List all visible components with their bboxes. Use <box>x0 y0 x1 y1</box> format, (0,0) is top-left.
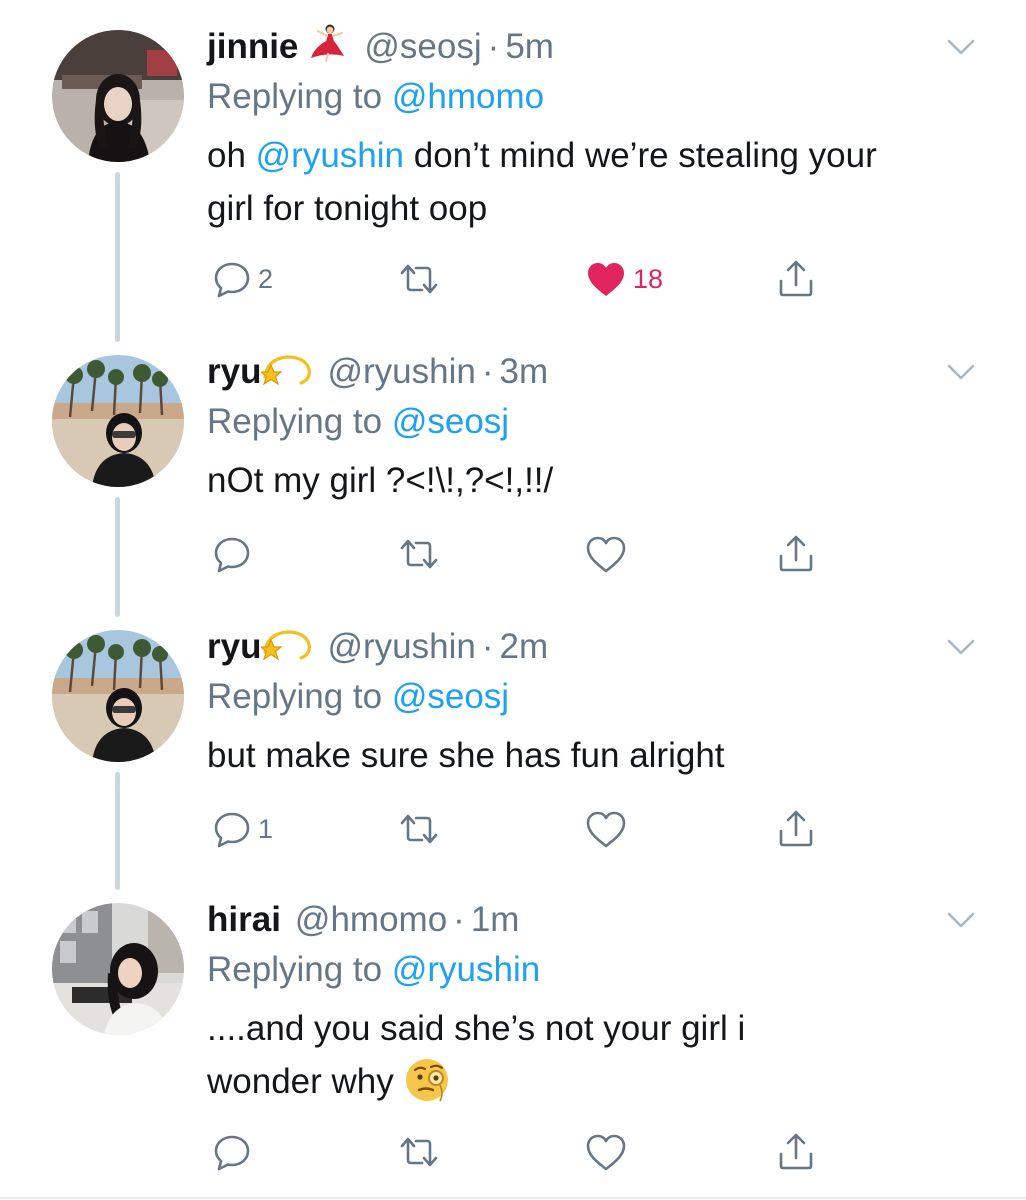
timestamp[interactable]: 5m <box>505 25 554 69</box>
heart-icon <box>586 811 626 848</box>
tweet-actions <box>0 532 1026 576</box>
tweet-actions: 1 <box>0 807 1026 851</box>
display-name[interactable]: ryu <box>207 350 261 394</box>
timestamp[interactable]: 2m <box>499 625 548 669</box>
display-name[interactable]: ryu <box>207 625 261 669</box>
reply-button[interactable]: 1 <box>212 807 273 851</box>
mention-link[interactable]: @ryushin <box>256 136 404 175</box>
tweet-header: ryu @ryushin · 2m <box>207 625 548 669</box>
tweet-actions <box>0 1130 1026 1174</box>
chevron-down-icon[interactable] <box>946 350 976 399</box>
replying-prefix: Replying to <box>207 950 383 989</box>
reply-mention-link[interactable]: @seosj <box>392 677 509 716</box>
share-button[interactable] <box>776 257 816 301</box>
tweet-text: oh @ryushin don’t mind we’re stealing yo… <box>207 129 927 235</box>
handle[interactable]: @ryushin <box>327 350 475 394</box>
dizzy-emoji <box>259 347 313 398</box>
share-button[interactable] <box>776 807 816 851</box>
tweet-text-part: oh <box>207 136 256 175</box>
separator-dot: · <box>453 900 465 939</box>
share-button[interactable] <box>776 532 816 576</box>
tweet-header: hirai @hmomo · 1m <box>207 898 519 942</box>
share-icon <box>779 810 813 847</box>
like-count: 18 <box>633 263 664 294</box>
reply-count: 2 <box>258 263 274 294</box>
tweet-text: but make sure she has fun alright <box>207 736 725 775</box>
dizzy-emoji <box>259 622 313 673</box>
share-icon <box>779 260 813 297</box>
like-button[interactable] <box>585 807 627 851</box>
reply-mention-link[interactable]: @seosj <box>392 402 509 441</box>
replying-to: Replying to @seosj <box>207 675 509 719</box>
reply-icon <box>214 1135 250 1171</box>
tweet-header: jinnie @seosj · 5m <box>207 24 554 69</box>
retweet-button[interactable] <box>396 257 442 301</box>
reply-mention-link[interactable]: @hmomo <box>392 77 544 116</box>
replying-prefix: Replying to <box>207 677 383 716</box>
retweet-icon <box>400 539 438 569</box>
tweet-text-part: ....and you said she’s not your girl i w… <box>207 1009 746 1101</box>
face-with-monocle-emoji <box>404 1057 450 1118</box>
like-button[interactable] <box>585 532 627 576</box>
reply-mention-link[interactable]: @ryushin <box>392 950 540 989</box>
reply-count: 1 <box>258 813 274 844</box>
reply-icon <box>214 812 250 848</box>
tweet-header: ryu @ryushin · 3m <box>207 350 548 394</box>
heart-icon <box>586 1134 626 1171</box>
timestamp[interactable]: 1m <box>471 898 520 942</box>
share-icon <box>779 535 813 572</box>
chevron-down-icon[interactable] <box>946 625 976 674</box>
avatar-ryu[interactable] <box>52 630 184 762</box>
replying-to: Replying to @ryushin <box>207 948 540 992</box>
tweet-actions: 2 18 <box>0 257 1026 301</box>
retweet-button[interactable] <box>396 1130 442 1174</box>
reply-button[interactable]: 2 <box>212 257 273 301</box>
tweet-text: ....and you said she’s not your girl i w… <box>207 1002 847 1118</box>
dancer-emoji <box>306 22 350 73</box>
handle[interactable]: @hmomo <box>295 898 447 942</box>
replying-prefix: Replying to <box>207 402 383 441</box>
replying-to: Replying to @hmomo <box>207 75 544 119</box>
share-button[interactable] <box>776 1130 816 1174</box>
chevron-down-icon[interactable] <box>946 898 976 947</box>
heart-filled-icon <box>588 263 624 296</box>
retweet-icon <box>400 264 438 294</box>
divider <box>0 1197 1026 1199</box>
retweet-button[interactable] <box>396 807 442 851</box>
separator-dot: · <box>481 627 494 666</box>
replying-to: Replying to @seosj <box>207 400 509 444</box>
retweet-icon <box>400 1137 438 1167</box>
timestamp[interactable]: 3m <box>499 350 548 394</box>
like-button[interactable]: 18 <box>585 257 663 301</box>
reply-icon <box>214 262 250 298</box>
avatar-hirai[interactable] <box>52 903 184 1035</box>
separator-dot: · <box>481 352 494 391</box>
reply-button[interactable] <box>212 532 258 576</box>
heart-icon <box>586 536 626 573</box>
retweet-icon <box>400 814 438 844</box>
tweet-text: nOt my girl ?<!\!,?<!,!!/ <box>207 461 554 500</box>
retweet-button[interactable] <box>396 532 442 576</box>
avatar-ryu[interactable] <box>52 355 184 487</box>
replying-prefix: Replying to <box>207 77 383 116</box>
reply-icon <box>214 537 250 573</box>
separator-dot: · <box>487 27 500 66</box>
avatar-jinnie[interactable] <box>52 30 184 162</box>
handle[interactable]: @seosj <box>364 25 481 69</box>
like-button[interactable] <box>585 1130 627 1174</box>
display-name[interactable]: hirai <box>207 898 281 942</box>
chevron-down-icon[interactable] <box>946 25 976 74</box>
share-icon <box>779 1133 813 1170</box>
handle[interactable]: @ryushin <box>327 625 475 669</box>
reply-button[interactable] <box>212 1130 258 1174</box>
display-name[interactable]: jinnie <box>207 25 298 69</box>
